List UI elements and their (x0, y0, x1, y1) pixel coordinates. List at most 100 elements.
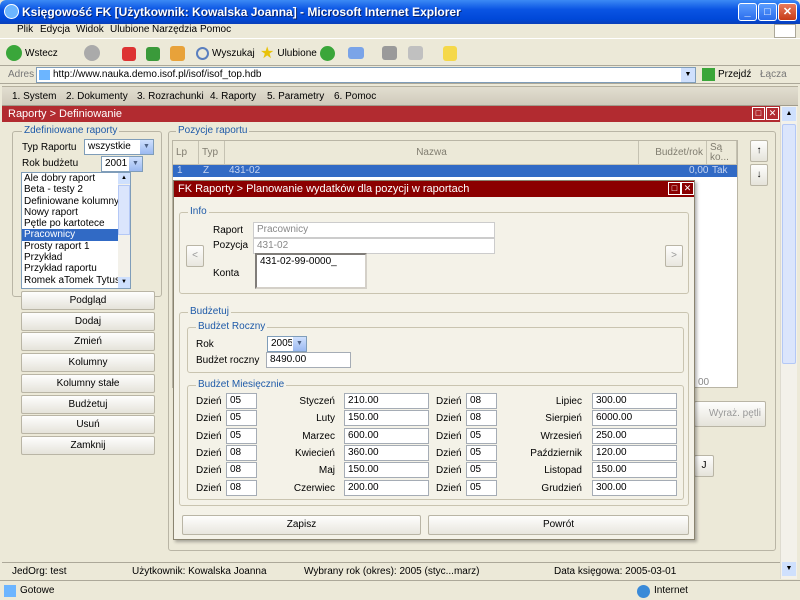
close-report-button[interactable]: Zamknij (21, 435, 155, 455)
menu-edycja[interactable]: Edycja (40, 24, 70, 35)
minimize-button[interactable]: _ (738, 3, 757, 21)
app-menu-rozrachunki[interactable]: 3. Rozrachunki (137, 91, 204, 102)
day-input[interactable]: 05 (466, 444, 497, 461)
app-menu-system[interactable]: 1. System (12, 91, 56, 102)
konta-textarea[interactable]: 431-02-99-0000_ (255, 253, 367, 289)
search-button[interactable]: Wyszukaj (196, 43, 255, 63)
edit-icon[interactable] (408, 46, 423, 60)
messenger-icon[interactable] (443, 46, 457, 61)
address-dropdown-icon[interactable]: ▼ (681, 68, 695, 82)
list-item[interactable]: Przykład raportu (22, 263, 130, 274)
menu-narzedzia[interactable]: Narzędzia (152, 24, 197, 35)
dialog-maximize-button[interactable]: □ (668, 182, 681, 195)
app-menu-parametry[interactable]: 5. Parametry (267, 91, 324, 102)
month-amount-input[interactable]: 300.00 (592, 393, 677, 409)
col-header-nazwa[interactable]: Nazwa (225, 141, 639, 165)
forward-button[interactable] (84, 43, 100, 63)
col-header-sa[interactable]: Są ko... (707, 141, 737, 165)
close-button[interactable]: ✕ (778, 3, 797, 21)
list-item[interactable]: Przykład (22, 252, 130, 263)
day-input[interactable]: 05 (466, 479, 497, 496)
month-amount-input[interactable]: 600.00 (344, 427, 429, 444)
favorites-button[interactable]: ★ Ulubione (260, 43, 317, 63)
month-amount-input[interactable]: 300.00 (592, 479, 677, 496)
save-button[interactable]: Zapisz (182, 515, 421, 535)
day-input[interactable]: 08 (226, 444, 257, 461)
month-amount-input[interactable]: 120.00 (592, 444, 677, 461)
go-arrow-icon[interactable] (702, 68, 715, 81)
move-up-button[interactable]: ↑ (750, 140, 768, 162)
add-button[interactable]: Dodaj (21, 311, 155, 331)
list-item[interactable]: Ale dobry raport (22, 173, 130, 184)
inner-close-button[interactable]: ✕ (766, 107, 779, 120)
next-position-button[interactable]: > (665, 245, 683, 267)
menu-ulubione[interactable]: Ulubione (110, 24, 149, 35)
budgetize-button[interactable]: Budżetuj (21, 394, 155, 414)
stop-icon[interactable] (122, 47, 136, 61)
day-input[interactable]: 05 (226, 393, 257, 409)
scroll-up-arrow[interactable]: ▲ (782, 107, 796, 121)
dialog-close-button[interactable]: ✕ (681, 182, 694, 195)
month-amount-input[interactable]: 150.00 (344, 462, 429, 479)
mail-icon[interactable] (348, 47, 364, 59)
month-amount-input[interactable]: 200.00 (344, 479, 429, 496)
scroll-down-arrow[interactable]: ▼ (782, 562, 796, 576)
list-scroll-up-arrow[interactable]: ▲ (118, 173, 130, 184)
month-amount-input[interactable]: 360.00 (344, 444, 429, 461)
maximize-button[interactable]: □ (758, 3, 777, 21)
report-type-select[interactable]: wszystkie ▼ (84, 139, 154, 155)
list-item[interactable]: Definiowane kolumny (22, 196, 130, 207)
app-menu-dokumenty[interactable]: 2. Dokumenty (66, 91, 128, 102)
day-input[interactable]: 05 (466, 462, 497, 479)
annual-budget-input[interactable]: 8490.00 (266, 352, 351, 368)
list-item[interactable]: Beta - testy 2 (22, 184, 130, 195)
page-scrollbar[interactable]: ▲ ▼ (780, 106, 797, 579)
list-scroll-thumb[interactable] (118, 185, 130, 235)
inner-maximize-button[interactable]: □ (752, 107, 765, 120)
links-label[interactable]: Łącza (760, 69, 787, 80)
app-menu-pomoc[interactable]: 6. Pomoc (334, 91, 376, 102)
day-input[interactable]: 08 (466, 393, 497, 409)
day-input[interactable]: 08 (226, 462, 257, 479)
day-input[interactable]: 08 (226, 479, 257, 496)
prev-position-button[interactable]: < (186, 245, 204, 267)
address-input[interactable]: http://www.nauka.demo.isof.pl/isof/isof_… (36, 67, 696, 83)
loop-expression-button[interactable]: Wyraż. pętli (694, 401, 766, 427)
home-icon[interactable] (170, 46, 185, 61)
day-input[interactable]: 05 (226, 427, 257, 444)
day-input[interactable]: 08 (466, 410, 497, 427)
day-input[interactable]: 05 (226, 410, 257, 427)
history-icon[interactable] (320, 46, 335, 61)
fixed-columns-button[interactable]: Kolumny stałe (21, 373, 155, 393)
go-button[interactable]: Przejdź (718, 69, 751, 80)
preview-button[interactable]: Podgląd (21, 291, 155, 310)
day-input[interactable]: 05 (466, 427, 497, 444)
table-row[interactable]: 1 Z 431-02 0,00 Tak (173, 165, 737, 177)
month-amount-input[interactable]: 210.00 (344, 393, 429, 409)
list-item[interactable]: Pętle po kartotece (22, 218, 130, 229)
columns-button[interactable]: Kolumny (21, 353, 155, 373)
back-button[interactable]: Wstecz (6, 43, 58, 63)
month-amount-input[interactable]: 150.00 (344, 410, 429, 427)
menu-plik[interactable]: Plik (17, 24, 33, 35)
col-header-lp[interactable]: Lp (173, 141, 199, 165)
refresh-icon[interactable] (146, 47, 160, 61)
move-down-button[interactable]: ↓ (750, 164, 768, 186)
edit-button[interactable]: Zmień (21, 332, 155, 352)
reports-list-scrollbar[interactable]: ▲ ▼ (118, 173, 130, 288)
list-scroll-down-arrow[interactable]: ▼ (118, 277, 130, 288)
col-header-typ[interactable]: Typ (199, 141, 225, 165)
month-amount-input[interactable]: 250.00 (592, 427, 677, 444)
delete-button[interactable]: Usuń (21, 415, 155, 435)
scroll-thumb[interactable] (782, 124, 796, 364)
budget-year-select[interactable]: 2001 ▼ (101, 156, 143, 172)
list-item[interactable]: Pracownicy (22, 229, 130, 241)
menu-widok[interactable]: Widok (76, 24, 104, 35)
col-header-budzet[interactable]: Budżet/rok (639, 141, 707, 165)
year-select[interactable]: 2005 ▼ (267, 336, 307, 352)
list-item[interactable]: Prosty raport 1 (22, 241, 130, 252)
month-amount-input[interactable]: 150.00 (592, 462, 677, 479)
back-button[interactable]: Powrót (428, 515, 689, 535)
print-icon[interactable] (382, 46, 397, 60)
reports-list[interactable]: Ale dobry raport Beta - testy 2 Definiowan… (21, 172, 131, 289)
